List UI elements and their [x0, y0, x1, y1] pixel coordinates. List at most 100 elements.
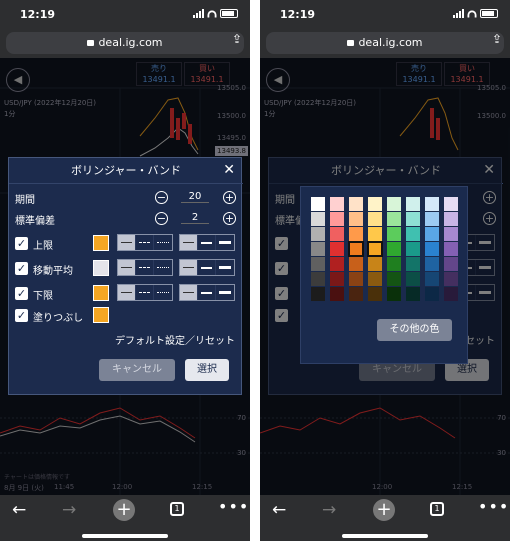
color-swatch-option[interactable]	[368, 257, 382, 271]
lower-color-swatch[interactable]	[93, 285, 109, 301]
solid-line-icon[interactable]	[118, 285, 136, 300]
color-swatch-option[interactable]	[368, 272, 382, 286]
color-swatch-option[interactable]	[406, 272, 420, 286]
color-swatch-option[interactable]	[349, 287, 363, 301]
color-swatch-option[interactable]	[330, 212, 344, 226]
color-swatch-option[interactable]	[330, 287, 344, 301]
more-icon[interactable]: •••	[478, 497, 509, 516]
color-swatch-option[interactable]	[368, 197, 382, 211]
ma-checkbox[interactable]: ✓	[15, 262, 28, 275]
thin-line-icon[interactable]	[180, 285, 198, 300]
period-value[interactable]: 20	[181, 191, 209, 203]
lower-checkbox[interactable]: ✓	[15, 287, 28, 300]
color-swatch-option[interactable]	[406, 227, 420, 241]
more-icon[interactable]: •••	[218, 497, 249, 516]
color-swatch-option[interactable]	[425, 287, 439, 301]
color-swatch-option[interactable]	[368, 227, 382, 241]
fill-color-swatch[interactable]	[93, 307, 109, 323]
color-swatch-option[interactable]	[444, 242, 458, 256]
cancel-button[interactable]: キャンセル	[99, 359, 175, 381]
color-swatch-option[interactable]	[425, 212, 439, 226]
color-swatch-option[interactable]	[425, 257, 439, 271]
forward-icon[interactable]: →	[62, 500, 76, 520]
ma-linestyle-selector[interactable]	[117, 259, 173, 276]
color-swatch-option[interactable]	[387, 272, 401, 286]
color-swatch-option[interactable]	[444, 227, 458, 241]
thick-line-icon[interactable]	[216, 285, 234, 300]
ma-color-swatch[interactable]	[93, 260, 109, 276]
medium-line-icon[interactable]	[198, 235, 216, 250]
color-swatch-option[interactable]	[387, 257, 401, 271]
color-swatch-option[interactable]	[311, 257, 325, 271]
color-swatch-option[interactable]	[367, 241, 383, 257]
tabs-icon[interactable]: 1	[170, 502, 184, 516]
color-swatch-option[interactable]	[425, 227, 439, 241]
thick-line-icon[interactable]	[216, 260, 234, 275]
color-swatch-option[interactable]	[425, 272, 439, 286]
color-swatch-option[interactable]	[406, 287, 420, 301]
color-swatch-option[interactable]	[444, 287, 458, 301]
lower-linestyle-selector[interactable]	[117, 284, 173, 301]
upper-linewidth-selector[interactable]	[179, 234, 235, 251]
stddev-value[interactable]: 2	[181, 212, 209, 224]
color-swatch-option[interactable]	[368, 212, 382, 226]
color-swatch-option[interactable]	[349, 272, 363, 286]
color-swatch-option[interactable]	[330, 242, 344, 256]
share-icon[interactable]: ⇪	[492, 32, 502, 46]
upper-checkbox[interactable]: ✓	[15, 237, 28, 250]
color-swatch-option[interactable]	[311, 242, 325, 256]
period-increment-button[interactable]: +	[223, 191, 236, 204]
color-swatch-option[interactable]	[444, 197, 458, 211]
url-field[interactable]: deal.ig.com	[6, 32, 244, 54]
color-swatch-option[interactable]	[406, 257, 420, 271]
stddev-decrement-button[interactable]: −	[155, 212, 168, 225]
color-swatch-option[interactable]	[425, 242, 439, 256]
back-icon[interactable]: ←	[272, 500, 286, 520]
color-swatch-option[interactable]	[425, 197, 439, 211]
dashed-line-icon[interactable]	[136, 235, 154, 250]
color-swatch-option[interactable]	[368, 287, 382, 301]
color-swatch-option[interactable]	[330, 227, 344, 241]
forward-icon[interactable]: →	[322, 500, 336, 520]
color-swatch-option[interactable]	[406, 212, 420, 226]
upper-color-swatch[interactable]	[93, 235, 109, 251]
close-icon[interactable]: ✕	[223, 162, 235, 178]
stddev-increment-button[interactable]: +	[223, 212, 236, 225]
color-swatch-option[interactable]	[311, 197, 325, 211]
fill-checkbox[interactable]: ✓	[15, 309, 28, 322]
dashed-line-icon[interactable]	[136, 260, 154, 275]
select-button[interactable]: 選択	[185, 359, 229, 381]
color-swatch-option[interactable]	[387, 287, 401, 301]
medium-line-icon[interactable]	[198, 260, 216, 275]
medium-line-icon[interactable]	[198, 285, 216, 300]
color-swatch-option[interactable]	[444, 272, 458, 286]
color-swatch-option[interactable]	[311, 227, 325, 241]
solid-line-icon[interactable]	[118, 260, 136, 275]
color-swatch-option[interactable]	[387, 242, 401, 256]
ma-linewidth-selector[interactable]	[179, 259, 235, 276]
color-swatch-option[interactable]	[330, 197, 344, 211]
color-swatch-option[interactable]	[387, 197, 401, 211]
color-swatch-option[interactable]	[444, 212, 458, 226]
thick-line-icon[interactable]	[216, 235, 234, 250]
color-swatch-option[interactable]	[349, 197, 363, 211]
thin-line-icon[interactable]	[180, 235, 198, 250]
solid-line-icon[interactable]	[118, 235, 136, 250]
color-swatch-option[interactable]	[349, 257, 363, 271]
dashed-line-icon[interactable]	[136, 285, 154, 300]
dotted-line-icon[interactable]	[154, 285, 172, 300]
url-field[interactable]: deal.ig.com	[266, 32, 504, 54]
color-swatch-option[interactable]	[406, 197, 420, 211]
dotted-line-icon[interactable]	[154, 260, 172, 275]
upper-linestyle-selector[interactable]	[117, 234, 173, 251]
thin-line-icon[interactable]	[180, 260, 198, 275]
color-swatch-option[interactable]	[349, 212, 363, 226]
color-swatch-option[interactable]	[311, 272, 325, 286]
period-decrement-button[interactable]: −	[155, 191, 168, 204]
color-swatch-option[interactable]	[311, 212, 325, 226]
color-swatch-option[interactable]	[444, 257, 458, 271]
color-swatch-option[interactable]	[406, 242, 420, 256]
tabs-icon[interactable]: 1	[430, 502, 444, 516]
color-swatch-option[interactable]	[330, 272, 344, 286]
color-swatch-option[interactable]	[348, 241, 364, 257]
